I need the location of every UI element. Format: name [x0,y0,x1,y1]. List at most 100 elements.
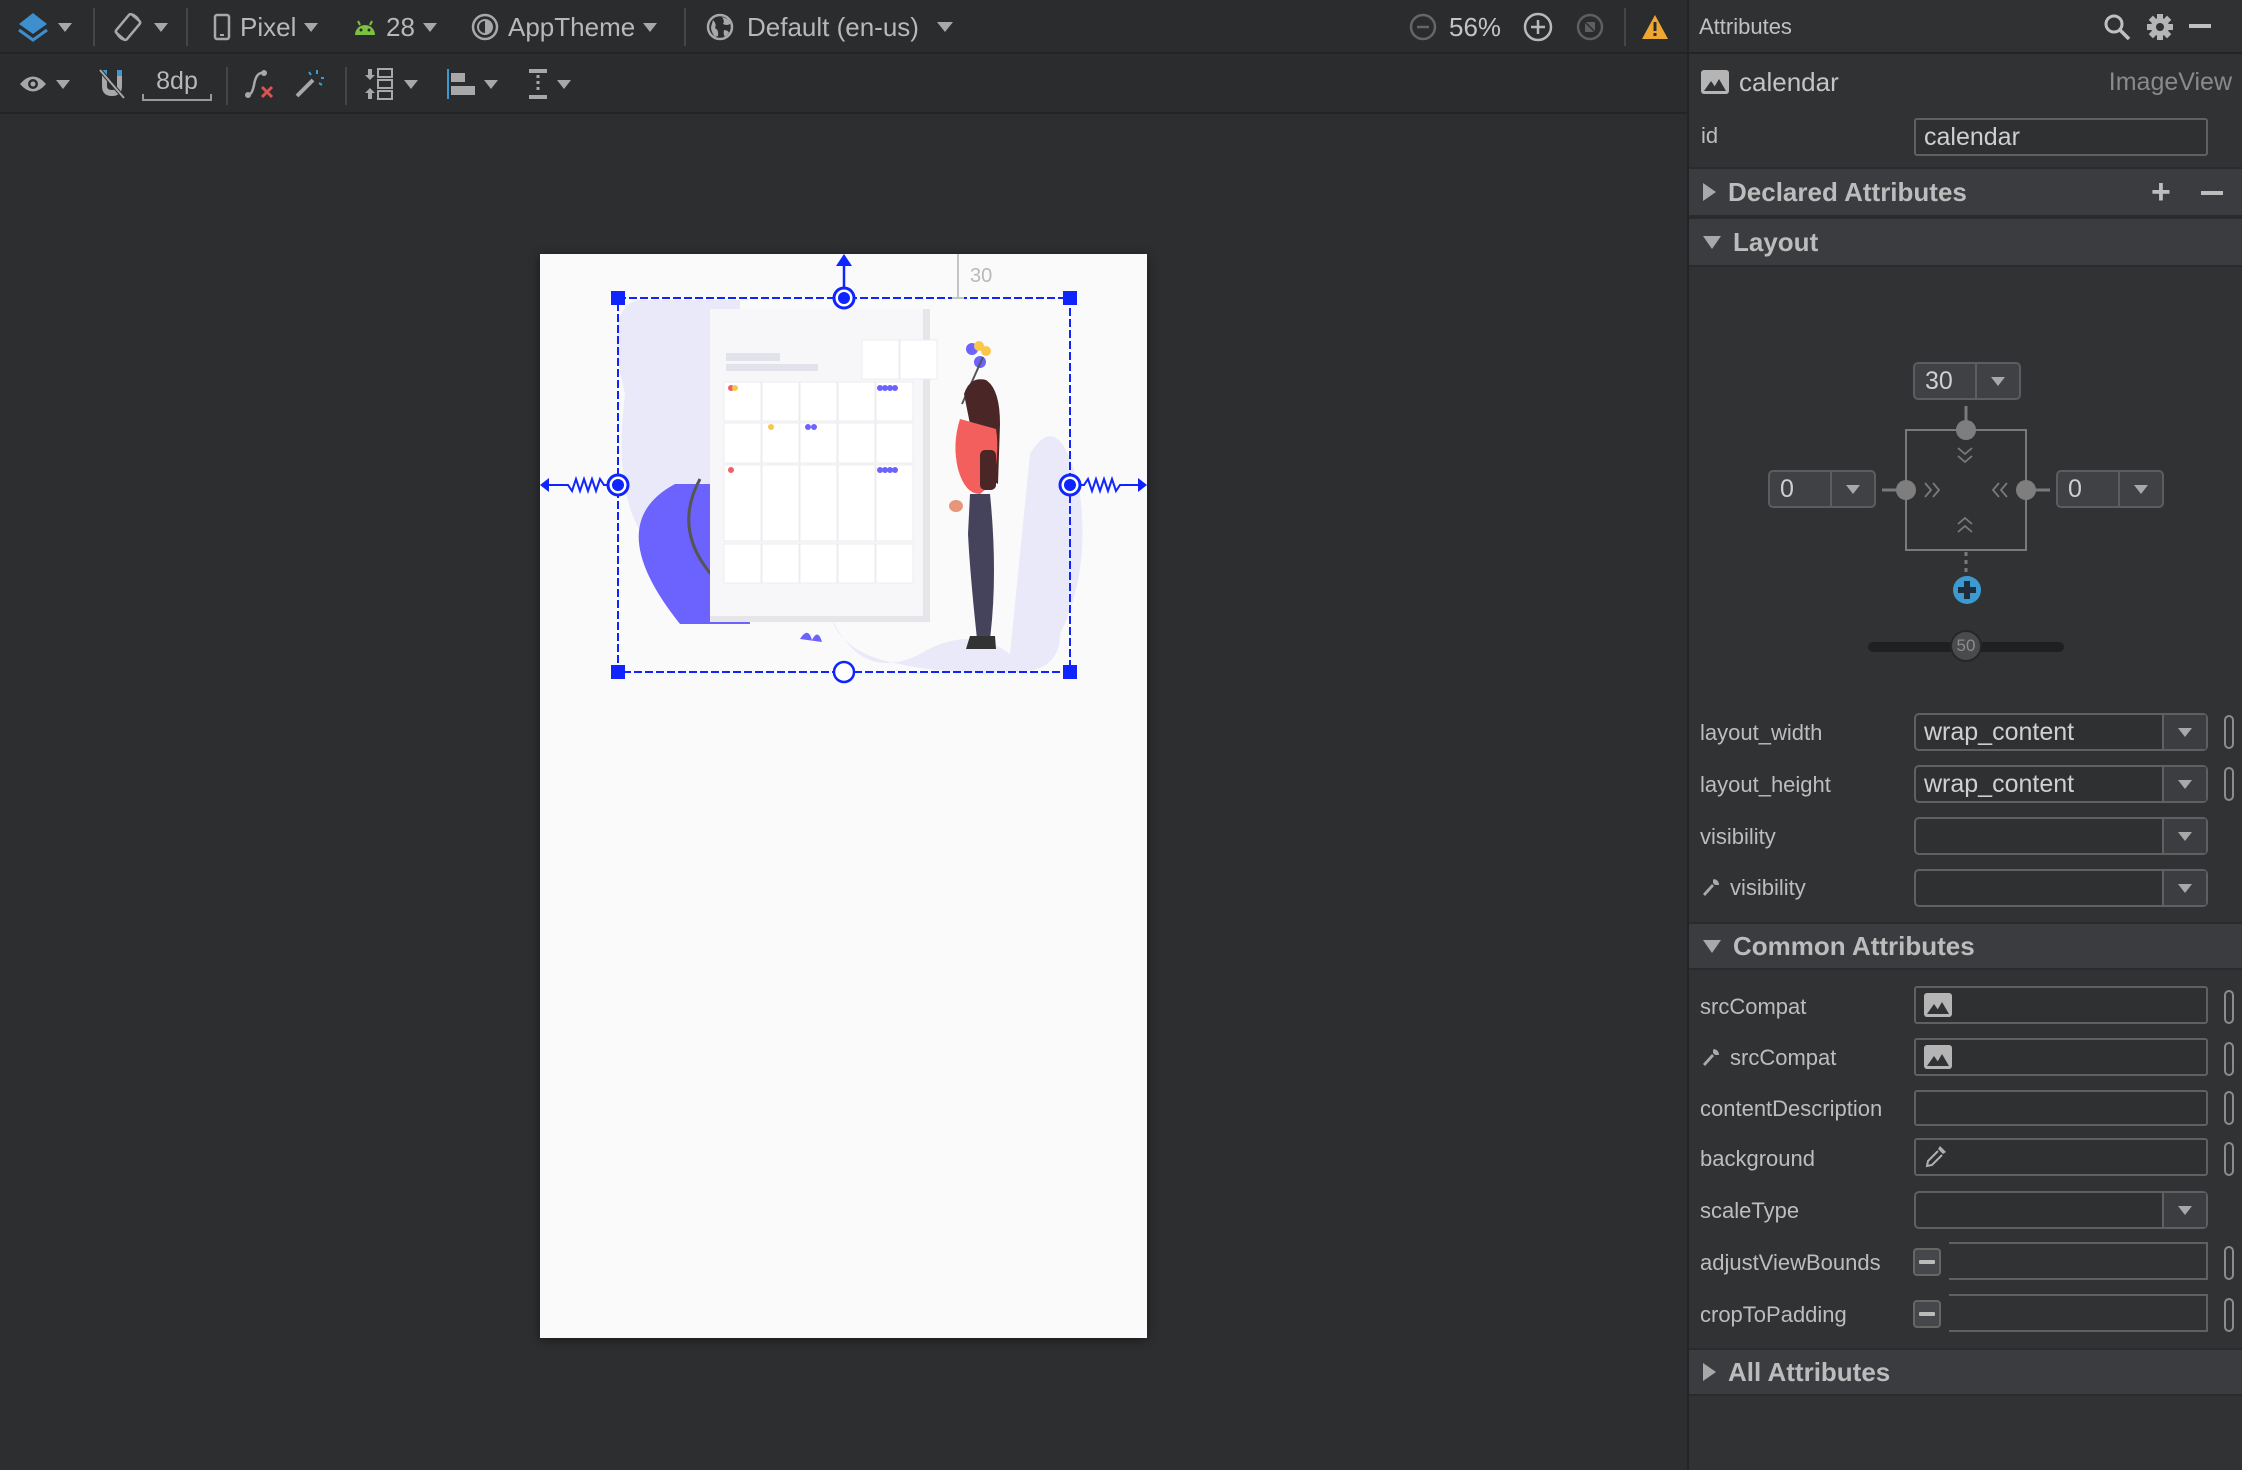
pack-button[interactable] [362,56,418,112]
tools-src-compat-field[interactable] [1914,1038,2208,1076]
id-field[interactable]: calendar [1914,118,2208,156]
adjust-view-bounds-checkbox[interactable] [1913,1248,1941,1276]
chevron-down-icon [643,22,658,32]
zoom-in-button[interactable] [1522,0,1554,54]
dropdown-button[interactable] [2162,871,2206,905]
crop-to-padding-checkbox[interactable] [1913,1300,1941,1328]
constraint-toolbar: 8dp [0,56,1687,114]
resource-picker-button[interactable] [2224,990,2234,1024]
chevron-down-icon [557,79,571,89]
zoom-level: 56% [1449,11,1502,42]
attr-label-visibility: visibility [1700,824,1776,849]
image-picker-icon[interactable] [1924,1045,1952,1069]
api-level-selector[interactable]: 28 [352,0,437,54]
default-margin-button[interactable]: 8dp [142,56,212,112]
adjust-view-bounds-field[interactable] [1949,1242,2208,1280]
zoom-to-fit-button[interactable] [1575,0,1605,54]
attr-label-crop-to-padding: cropToPadding [1700,1302,1847,1327]
device-selector[interactable]: Pixel [212,0,319,54]
pack-icon [365,68,393,100]
scale-type-select[interactable] [1914,1191,2208,1229]
design-surface-button[interactable] [16,0,72,54]
device-preview[interactable]: 30 [540,254,1147,1338]
resource-picker-button[interactable] [2224,767,2234,801]
component-type: ImageView [2108,68,2232,96]
crop-to-padding-field[interactable] [1949,1294,2208,1332]
resource-picker-button[interactable] [2224,1142,2234,1176]
chevron-down-icon [2178,831,2192,841]
top-constraint-handle [1956,420,1976,440]
theme-selector[interactable]: AppTheme [470,0,658,54]
warnings-button[interactable] [1640,0,1670,54]
section-title: Common Attributes [1733,930,1975,961]
eyedropper-icon[interactable] [1924,1144,1948,1170]
visibility-select[interactable] [1914,817,2208,855]
theme-icon [471,13,499,41]
divider [186,8,188,46]
selection-overlay [540,254,1147,684]
dropdown-button[interactable] [2118,472,2162,506]
chevron-down-icon [936,22,953,32]
panel-settings-button[interactable] [2145,12,2175,47]
image-picker-icon[interactable] [1924,993,1952,1017]
resource-picker-button[interactable] [2224,1091,2234,1125]
zoom-out-button[interactable] [1408,0,1438,54]
search-attributes-button[interactable] [2102,12,2132,47]
chevron-down-icon [154,22,168,32]
section-title: Declared Attributes [1728,176,1967,207]
dropdown-button[interactable] [2162,767,2206,801]
layout-width-select[interactable]: wrap_content [1914,713,2208,751]
guidelines-button[interactable] [527,56,571,112]
align-button[interactable] [446,56,498,112]
dropdown-button[interactable] [2162,819,2206,853]
attr-label-layout-width: layout_width [1700,720,1823,745]
tools-visibility-select[interactable] [1914,869,2208,907]
attr-label-src-compat: srcCompat [1700,994,1807,1019]
layout-height-select[interactable]: wrap_content [1914,765,2208,803]
top-margin-select[interactable]: 30 [1913,362,2021,400]
attr-label-scale-type: scaleType [1700,1198,1800,1223]
section-layout[interactable]: Layout [1689,217,2242,267]
dropdown-button[interactable] [2162,715,2206,749]
guidelines-icon [529,69,547,99]
margin-ruler [142,93,212,101]
resource-picker-button[interactable] [2224,1298,2234,1332]
content-description-field[interactable] [1914,1090,2208,1126]
left-margin-select[interactable]: 0 [1768,470,1876,508]
image-view-icon [1701,70,1729,94]
divider [226,67,228,105]
minimize-panel-button[interactable] [2189,24,2211,28]
right-margin-select[interactable]: 0 [2056,470,2164,508]
wrench-icon [1703,1049,1719,1066]
dropdown-button[interactable] [1830,472,1874,506]
chevron-down-icon [2178,1205,2192,1215]
section-all-attributes[interactable]: All Attributes [1689,1348,2242,1396]
resource-picker-button[interactable] [2224,1246,2234,1280]
left-constraint-handle [1896,480,1916,500]
section-common-attributes[interactable]: Common Attributes [1689,922,2242,970]
zoom-fit-icon [1576,13,1604,41]
resource-picker-button[interactable] [2224,715,2234,749]
plus-icon [1958,581,1976,599]
resource-picker-button[interactable] [2224,1042,2234,1076]
chevron-down-icon [58,22,72,32]
add-attribute-button[interactable]: + [2151,173,2171,212]
top-margin-value: 30 [1925,366,1953,395]
locale-selector[interactable]: Default (en-us) [705,0,953,54]
section-declared-attributes[interactable]: Declared Attributes + [1689,167,2242,217]
bias-slider-thumb[interactable]: 50 [1950,630,1982,662]
dropdown-button[interactable] [1975,364,2019,398]
src-compat-field[interactable] [1914,986,2208,1024]
dropdown-button[interactable] [2162,1193,2206,1227]
attr-label-tools-visibility: visibility [1700,875,1806,901]
view-options-button[interactable] [18,56,70,112]
add-bottom-constraint-button[interactable] [1953,576,1981,604]
right-constraint-handle [2016,480,2036,500]
divider [684,8,686,46]
clear-constraints-button[interactable] [242,56,276,112]
background-field[interactable] [1914,1138,2208,1176]
autoconnect-toggle[interactable] [97,56,127,112]
remove-attribute-button[interactable] [2201,191,2223,195]
infer-constraints-button[interactable] [293,56,325,112]
orientation-button[interactable] [110,0,168,54]
